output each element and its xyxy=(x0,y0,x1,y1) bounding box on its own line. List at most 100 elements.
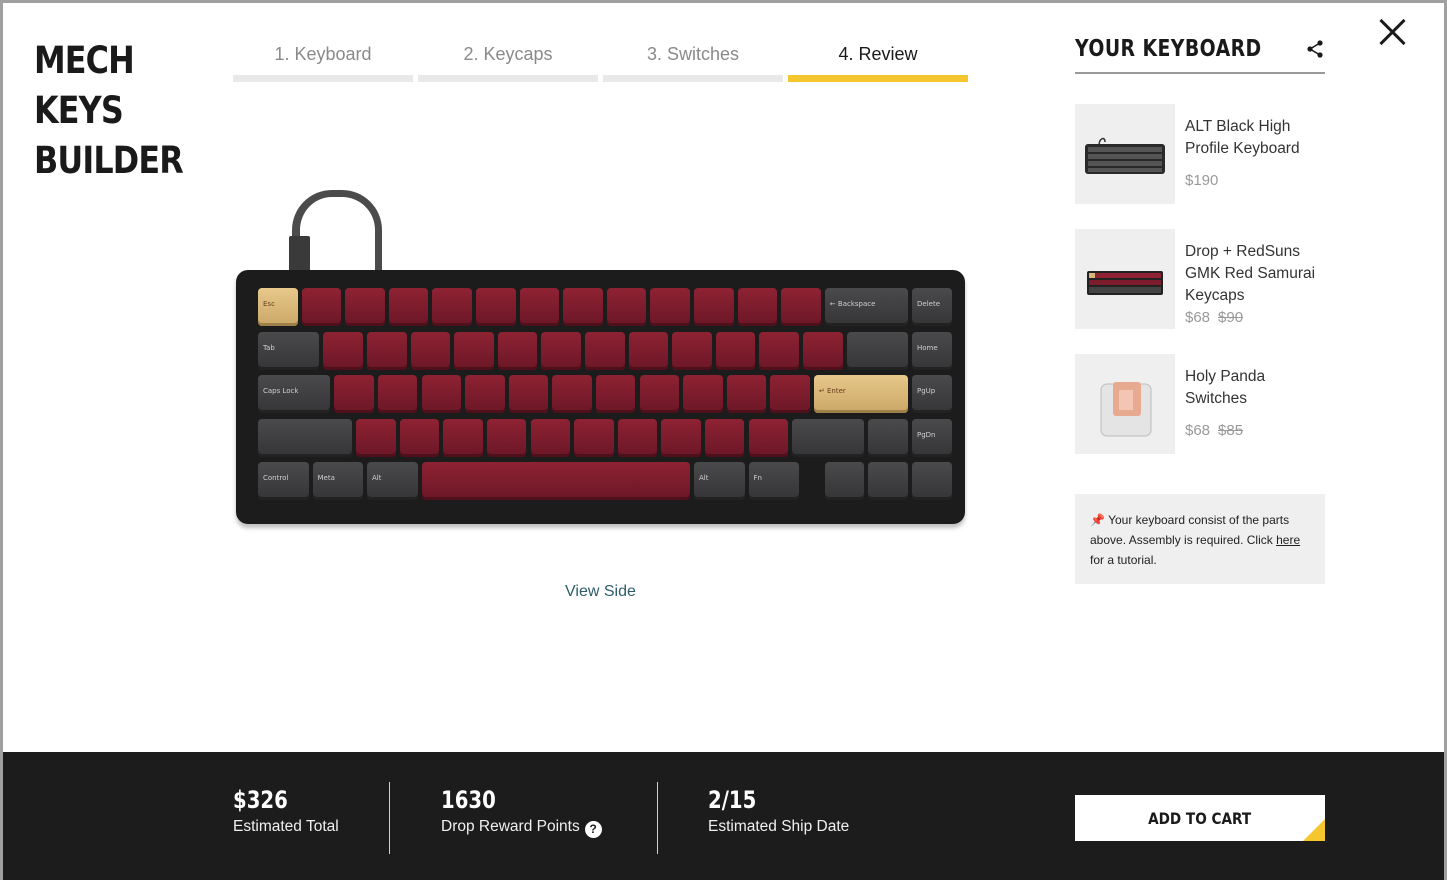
item-price-current: $68 xyxy=(1185,422,1211,439)
item-price: $68 $90 xyxy=(1185,309,1243,326)
keycap xyxy=(530,418,571,457)
divider xyxy=(657,782,658,854)
keycap xyxy=(628,331,669,370)
keycap-legend: Fn xyxy=(753,474,762,482)
keycap-legend: Delete xyxy=(917,300,940,308)
step-bar xyxy=(603,75,783,82)
keycap xyxy=(465,375,505,413)
keycap: ↵ Enter xyxy=(813,375,908,413)
points-label-row: Drop Reward Points? xyxy=(441,818,602,838)
keycap xyxy=(574,418,614,457)
step-tabs: 1. Keyboard 2. Keycaps 3. Switches 4. Re… xyxy=(233,40,968,82)
reward-points: 1630 Drop Reward Points? xyxy=(441,786,602,838)
step-keycaps[interactable]: 2. Keycaps xyxy=(418,40,598,82)
step-label: 2. Keycaps xyxy=(463,44,553,64)
keycap xyxy=(334,375,374,413)
cart-item-keyboard[interactable]: ALT Black High Profile Keyboard $190 xyxy=(1075,104,1325,204)
cart-item-keycaps[interactable]: Drop + RedSuns GMK Red Samurai Keycaps $… xyxy=(1075,229,1325,329)
close-icon[interactable] xyxy=(1378,17,1408,47)
keycap: Caps Lock xyxy=(258,375,331,413)
keycap xyxy=(432,288,472,326)
keycap xyxy=(748,418,789,457)
help-icon[interactable]: ? xyxy=(584,821,602,838)
keycap xyxy=(388,288,429,326)
keycap xyxy=(486,418,527,457)
keycap xyxy=(585,331,625,370)
keycap xyxy=(606,288,647,326)
keycap xyxy=(377,375,418,413)
item-price-current: $190 xyxy=(1185,172,1219,189)
keycap xyxy=(650,288,690,326)
tutorial-link[interactable]: here xyxy=(1276,533,1300,547)
keycap: ← Backspace xyxy=(824,288,908,326)
item-price: $68 $85 xyxy=(1185,422,1243,439)
keycap xyxy=(617,418,658,457)
keycap: PgUp xyxy=(912,375,952,413)
keycap xyxy=(661,418,701,457)
keycap xyxy=(704,418,745,457)
keycap-legend: Home xyxy=(917,343,938,352)
keycap xyxy=(759,331,799,370)
ship-label: Estimated Ship Date xyxy=(708,818,850,835)
keycaps-thumbnail xyxy=(1075,229,1175,329)
total-label: Estimated Total xyxy=(233,818,339,835)
your-keyboard-header: YOUR KEYBOARD xyxy=(1075,36,1325,74)
keycap-legend: Meta xyxy=(317,474,335,482)
keycap-legend: Esc xyxy=(263,300,275,308)
keycap xyxy=(301,288,342,326)
estimated-total: $326 Estimated Total xyxy=(233,786,339,836)
keycap-legend: ← Backspace xyxy=(829,300,876,308)
keyboard-thumbnail xyxy=(1075,104,1175,204)
view-side-link[interactable]: View Side xyxy=(565,583,636,601)
cart-item-switches[interactable]: Holy Panda Switches $68 $85 xyxy=(1075,354,1325,454)
keycap: Delete xyxy=(912,288,952,326)
keycap xyxy=(508,375,549,413)
keycap xyxy=(563,288,603,326)
keycap xyxy=(792,418,865,457)
keycap xyxy=(824,462,865,500)
add-to-cart-label: ADD TO CART xyxy=(1148,808,1252,828)
keycap xyxy=(258,418,353,457)
item-name: Holy Panda Switches xyxy=(1185,368,1266,407)
divider xyxy=(389,782,390,854)
step-keyboard[interactable]: 1. Keyboard xyxy=(233,40,413,82)
keycap xyxy=(497,331,538,370)
keycap xyxy=(726,375,767,413)
keycap: Alt xyxy=(367,462,418,500)
keyboard-plug xyxy=(289,236,310,272)
points-value: 1630 xyxy=(441,786,496,814)
total-value: $326 xyxy=(233,786,288,814)
step-switches[interactable]: 3. Switches xyxy=(603,40,783,82)
keycap-legend: Alt xyxy=(699,474,709,482)
keycap xyxy=(519,288,560,326)
share-icon[interactable] xyxy=(1306,40,1324,58)
keycap xyxy=(803,331,843,370)
keycap xyxy=(356,418,396,457)
item-price-current: $68 xyxy=(1185,309,1211,326)
item-name: Drop + RedSuns GMK Red Samurai Keycaps xyxy=(1185,243,1316,304)
keycap xyxy=(367,331,407,370)
keycap-legend: ↵ Enter xyxy=(818,387,846,395)
item-price-original: $85 xyxy=(1218,422,1244,439)
keycap xyxy=(595,375,636,413)
keycap xyxy=(868,462,908,500)
keycap-legend: Tab xyxy=(263,343,275,352)
keycap xyxy=(476,288,516,326)
step-review[interactable]: 4. Review xyxy=(788,40,968,82)
keycap-legend: PgDn xyxy=(917,430,936,439)
ship-date: 2/15 Estimated Ship Date xyxy=(708,786,849,836)
keycap xyxy=(672,331,712,370)
step-bar xyxy=(418,75,598,82)
pin-icon: 📌 xyxy=(1090,513,1105,527)
keycap xyxy=(639,375,680,413)
item-name: ALT Black High Profile Keyboard xyxy=(1185,118,1300,157)
points-label: Drop Reward Points xyxy=(441,818,580,835)
step-bar-active xyxy=(788,75,968,82)
assembly-note: 📌 Your keyboard consist of the parts abo… xyxy=(1075,494,1325,584)
keycap-legend: PgUp xyxy=(917,387,936,395)
step-label: 3. Switches xyxy=(646,44,740,64)
keycap xyxy=(541,331,581,370)
keycap xyxy=(694,288,734,326)
add-to-cart-button[interactable]: ADD TO CART xyxy=(1075,795,1325,841)
keycap-legend: Caps Lock xyxy=(263,387,299,395)
